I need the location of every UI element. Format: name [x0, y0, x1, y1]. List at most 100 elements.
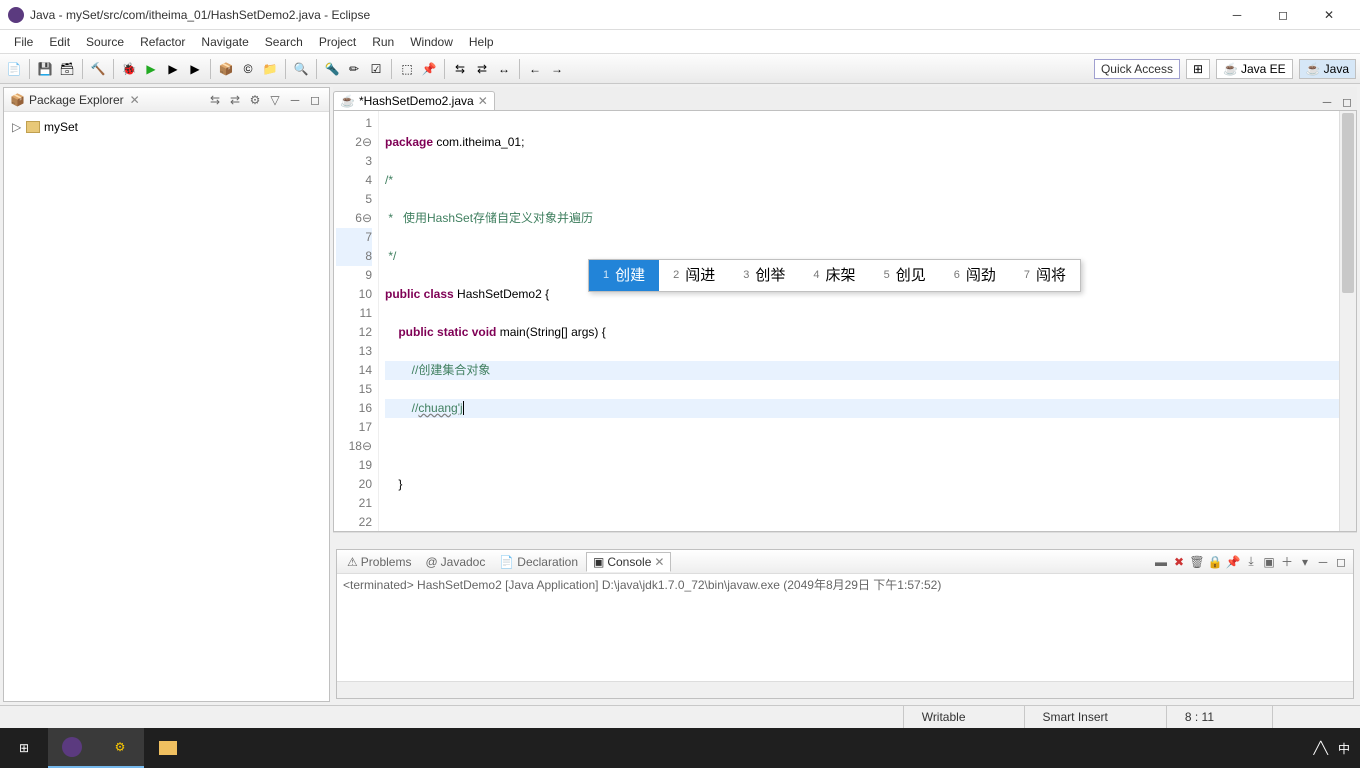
ime-candidate-3[interactable]: 3创举 [729, 260, 799, 291]
console-removeall-icon[interactable]: ✖ [1171, 554, 1187, 570]
console-horizontal-scrollbar[interactable] [337, 681, 1353, 698]
taskbar-eclipse[interactable] [48, 728, 96, 768]
save-all-button[interactable]: 🗃 [57, 59, 77, 79]
start-button[interactable]: ⊞ [0, 728, 48, 768]
run-button[interactable]: ▶ [141, 59, 161, 79]
quick-access[interactable]: Quick Access [1094, 59, 1180, 79]
collapse-all-icon[interactable]: ⇆ [207, 92, 223, 108]
ime-candidate-window[interactable]: 1创建 2闯进 3创举 4床架 5创见 6闯劲 7闯将 [588, 259, 1081, 292]
ime-indicator[interactable]: 中 [1338, 740, 1350, 757]
new-class-button[interactable]: © [238, 59, 258, 79]
taskbar-app2[interactable]: ⚙ [96, 728, 144, 768]
code-editor[interactable]: 12⊖3456⊖789101112131415161718⊖19202122 p… [333, 111, 1357, 532]
project-tree[interactable]: ▷ mySet [4, 112, 329, 701]
minimize-view-icon[interactable]: ─ [1315, 554, 1331, 570]
separator [519, 59, 520, 79]
menu-project[interactable]: Project [311, 32, 364, 52]
search-button[interactable]: 🔦 [322, 59, 342, 79]
maximize-button[interactable]: ◻ [1260, 1, 1306, 29]
close-view-icon[interactable]: ✕ [130, 93, 140, 107]
tab-console[interactable]: ▣Console ✕ [586, 552, 671, 572]
run-last-button[interactable]: ▶ [163, 59, 183, 79]
forward-button[interactable]: → [547, 59, 567, 79]
minimize-editor-icon[interactable]: ─ [1319, 94, 1335, 110]
ime-candidate-4[interactable]: 4床架 [799, 260, 869, 291]
expand-icon[interactable]: ▷ [12, 120, 22, 134]
taskbar-explorer[interactable] [144, 728, 192, 768]
console-open-icon[interactable]: ▣ [1261, 554, 1277, 570]
code-area[interactable]: package com.itheima_01; /* * 使用HashSet存储… [379, 111, 1339, 531]
menu-bar: File Edit Source Refactor Navigate Searc… [0, 30, 1360, 54]
system-tray[interactable]: ╱╲ 中 [1304, 740, 1360, 757]
close-tab-icon[interactable]: ✕ [478, 94, 488, 108]
nav3-button[interactable]: ↔ [494, 59, 514, 79]
menu-run[interactable]: Run [364, 32, 402, 52]
open-type-button[interactable]: 🔍 [291, 59, 311, 79]
pin-button[interactable]: 📌 [419, 59, 439, 79]
close-button[interactable]: ✕ [1306, 1, 1352, 29]
task-button[interactable]: ☑ [366, 59, 386, 79]
editor-tabs: ☕ *HashSetDemo2.java ✕ ─ ◻ [333, 87, 1357, 111]
new-package-button[interactable]: 📦 [216, 59, 236, 79]
minimize-view-icon[interactable]: ─ [287, 92, 303, 108]
package-icon: 📦 [10, 93, 25, 107]
ime-candidate-7[interactable]: 7闯将 [1010, 260, 1080, 291]
perspective-java[interactable]: ☕Java [1299, 59, 1356, 79]
package-explorer-title: Package Explorer [29, 93, 124, 107]
save-button[interactable]: 💾 [35, 59, 55, 79]
perspective-switcher-icon[interactable]: ⊞ [1186, 59, 1210, 79]
console-new-icon[interactable]: ＋ [1279, 554, 1295, 570]
tree-node-project[interactable]: ▷ mySet [10, 118, 323, 136]
tab-javadoc[interactable]: @Javadoc [419, 553, 491, 571]
scrollbar-thumb[interactable] [1342, 113, 1354, 293]
annotate-button[interactable]: ✏ [344, 59, 364, 79]
menu-navigate[interactable]: Navigate [193, 32, 256, 52]
eclipse-icon [8, 7, 24, 23]
maximize-editor-icon[interactable]: ◻ [1339, 94, 1355, 110]
coverage-button[interactable]: ▶ [185, 59, 205, 79]
perspective-javaee[interactable]: ☕Java EE [1216, 59, 1293, 79]
editor-tab-active[interactable]: ☕ *HashSetDemo2.java ✕ [333, 91, 495, 110]
link-editor-icon[interactable]: ⇄ [227, 92, 243, 108]
new-folder-button[interactable]: 📁 [260, 59, 280, 79]
title-bar: Java - mySet/src/com/itheima_01/HashSetD… [0, 0, 1360, 30]
build-button[interactable]: 🔨 [88, 59, 108, 79]
close-icon[interactable]: ✕ [654, 555, 664, 569]
maximize-view-icon[interactable]: ◻ [1333, 554, 1349, 570]
console-remove-icon[interactable]: ▬ [1153, 554, 1169, 570]
ime-candidate-5[interactable]: 5创见 [870, 260, 940, 291]
console-pin-icon[interactable]: 📌 [1225, 554, 1241, 570]
maximize-view-icon[interactable]: ◻ [307, 92, 323, 108]
tab-problems[interactable]: ⚠Problems [341, 553, 417, 571]
menu-window[interactable]: Window [402, 32, 461, 52]
menu-refactor[interactable]: Refactor [132, 32, 193, 52]
ime-candidate-6[interactable]: 6闯劲 [940, 260, 1010, 291]
debug-button[interactable]: 🐞 [119, 59, 139, 79]
ime-candidate-2[interactable]: 2闯进 [659, 260, 729, 291]
editor-vertical-scrollbar[interactable] [1339, 111, 1356, 531]
back-button[interactable]: ← [525, 59, 545, 79]
minimize-button[interactable]: ─ [1214, 1, 1260, 29]
editor-horizontal-scrollbar[interactable] [333, 532, 1357, 549]
menu-source[interactable]: Source [78, 32, 132, 52]
tray-expand-icon[interactable]: ╱╲ [1314, 741, 1328, 755]
menu-search[interactable]: Search [257, 32, 311, 52]
console-lock-icon[interactable]: 🔒 [1207, 554, 1223, 570]
menu-help[interactable]: Help [461, 32, 502, 52]
nav2-button[interactable]: ⇄ [472, 59, 492, 79]
console-clear-icon[interactable]: 🗑 [1189, 554, 1205, 570]
nav-button[interactable]: ⇆ [450, 59, 470, 79]
status-bar: Writable Smart Insert 8 : 11 [0, 705, 1360, 728]
menu-edit[interactable]: Edit [41, 32, 78, 52]
new-button[interactable]: 📄 [4, 59, 24, 79]
toolbar: 📄 💾 🗃 🔨 🐞 ▶ ▶ ▶ 📦 © 📁 🔍 🔦 ✏ ☑ ⬚ 📌 ⇆ ⇄ ↔ … [0, 54, 1360, 84]
view-menu-icon[interactable]: ▽ [267, 92, 283, 108]
filter-icon[interactable]: ⚙ [247, 92, 263, 108]
toggle-button[interactable]: ⬚ [397, 59, 417, 79]
console-scroll-icon[interactable]: ⤓ [1243, 554, 1259, 570]
menu-file[interactable]: File [6, 32, 41, 52]
tab-declaration[interactable]: 📄Declaration [493, 553, 584, 571]
ime-candidate-1[interactable]: 1创建 [589, 260, 659, 291]
console-output[interactable]: <terminated> HashSetDemo2 [Java Applicat… [337, 574, 1353, 681]
console-drop-icon[interactable]: ▾ [1297, 554, 1313, 570]
